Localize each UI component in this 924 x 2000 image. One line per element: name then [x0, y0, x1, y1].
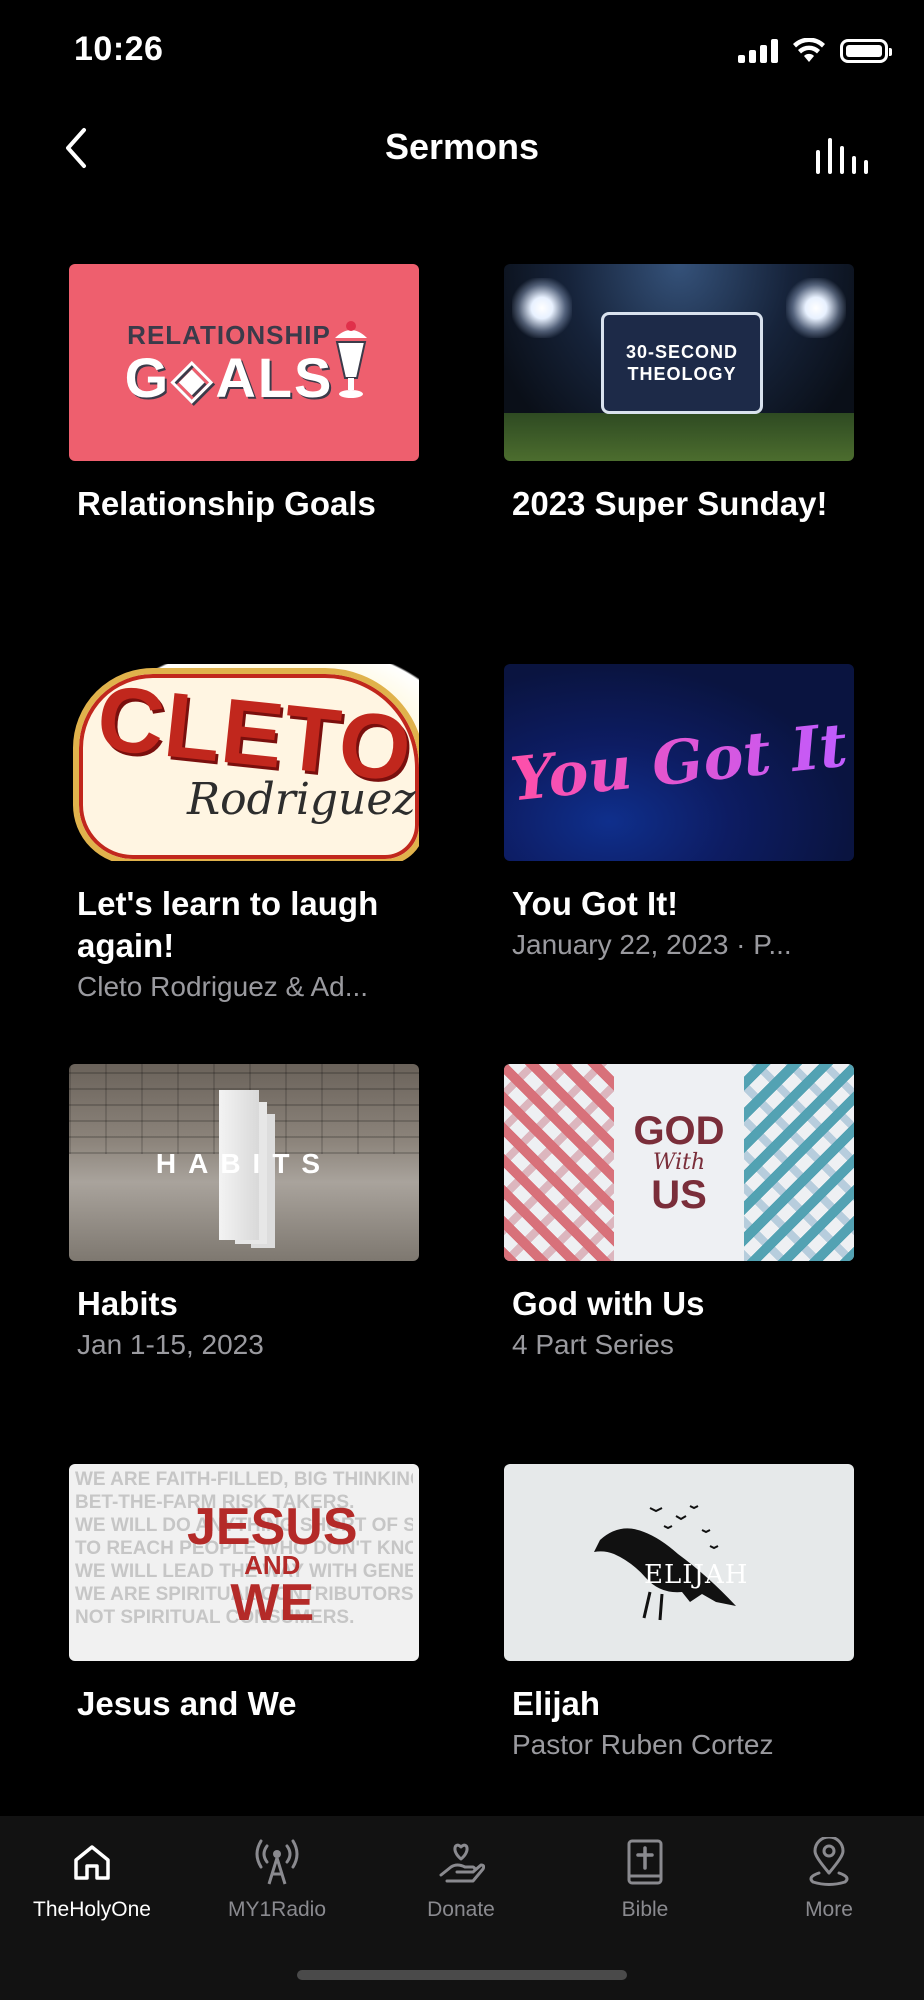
thumbnail-text: ELIJAH [644, 1560, 749, 1590]
tab-label: Bible [621, 1898, 669, 1921]
tab-my1radio[interactable]: MY1Radio [185, 1816, 369, 1936]
tab-bible[interactable]: Bible [553, 1816, 737, 1936]
audio-player-button[interactable] [816, 124, 872, 174]
battery-icon [840, 39, 892, 63]
equalizer-bar [828, 138, 832, 174]
sermon-card-jesus-and-we[interactable]: WE ARE FAITH-FILLED, BIG THINKING, BET-T… [69, 1464, 419, 1725]
sermon-thumbnail: GOD With US [504, 1064, 854, 1261]
wifi-icon [793, 38, 825, 62]
tab-more[interactable]: More [737, 1816, 921, 1936]
sermon-title: Habits [77, 1285, 178, 1322]
sermon-title: You Got It! [512, 885, 679, 922]
sermon-subtitle: Jan 1-15, 2023 [77, 1329, 264, 1360]
sermon-title: God with Us [512, 1285, 705, 1322]
status-bar: 10:26 [0, 0, 924, 100]
sermon-thumbnail: RELATIONSHIP G◈ALS [69, 264, 419, 461]
sermon-subtitle: Pastor Ruben Cortez [512, 1729, 774, 1760]
tab-label: Donate [427, 1898, 495, 1921]
equalizer-bar [852, 156, 856, 174]
stadium-light-icon [512, 278, 572, 338]
pattern-decoration [504, 1064, 614, 1261]
sermon-card-elijah[interactable]: ELIJAH Elijah Pastor Ruben Cortez [504, 1464, 854, 1765]
donate-hand-heart-icon [437, 1834, 485, 1890]
sermon-card-relationship-goals[interactable]: RELATIONSHIP G◈ALS Relationship Goals [69, 264, 419, 525]
sermon-title: Jesus and We [77, 1685, 297, 1722]
sermon-thumbnail: HABITS [69, 1064, 419, 1261]
thumbnail-text: With [652, 1149, 706, 1175]
sermon-thumbnail: CLETO Rodriguez [69, 664, 419, 861]
sermon-card-cleto-rodriguez[interactable]: CLETO Rodriguez Let's learn to laugh aga… [69, 664, 419, 1007]
tab-donate[interactable]: Donate [369, 1816, 553, 1936]
sermon-card-god-with-us[interactable]: GOD With US God with Us 4 Part Series [504, 1064, 854, 1365]
tab-theholyone[interactable]: TheHolyOne [0, 1816, 184, 1936]
thumbnail-text: G◈ALS [124, 346, 334, 409]
sermon-card-habits[interactable]: HABITS Habits Jan 1-15, 2023 [69, 1064, 419, 1365]
sermon-card-super-sunday[interactable]: 30-SECOND THEOLOGY 2023 Super Sunday! [504, 264, 854, 525]
bible-book-icon [625, 1834, 665, 1890]
sermon-title: Elijah [512, 1685, 601, 1722]
thumbnail-text: GOD [633, 1108, 725, 1153]
sermon-thumbnail: 30-SECOND THEOLOGY [504, 264, 854, 461]
home-icon [72, 1834, 112, 1890]
thumbnail-text: HABITS [155, 1148, 333, 1179]
thumbnail-text: JESUS AND WE [187, 1498, 358, 1632]
stadium-light-icon [786, 278, 846, 338]
cellular-signal-icon [738, 39, 778, 63]
sermon-title: Relationship Goals [77, 485, 376, 522]
sermon-thumbnail: WE ARE FAITH-FILLED, BIG THINKING, BET-T… [69, 1464, 419, 1661]
sermon-thumbnail: ELIJAH [504, 1464, 854, 1661]
sermon-subtitle: 4 Part Series [512, 1329, 674, 1360]
football-field [504, 413, 854, 461]
thumbnail-text: Rodriguez [187, 774, 416, 825]
thumbnail-text: US [651, 1172, 707, 1217]
equalizer-bar [864, 160, 868, 174]
equalizer-bar [816, 150, 820, 174]
map-pin-icon [805, 1834, 853, 1890]
sermon-subtitle: January 22, 2023 · P... [512, 929, 792, 960]
thumbnail-text: You Got It [507, 710, 851, 815]
pattern-decoration [744, 1064, 854, 1261]
nav-bar: Sermons [0, 100, 924, 196]
page-title: Sermons [384, 126, 540, 167]
status-time: 10:26 [74, 30, 164, 68]
tab-label: TheHolyOne [33, 1898, 151, 1921]
sermon-title: Let's learn to laugh again! [77, 885, 379, 964]
sermon-card-you-got-it[interactable]: You Got It You Got It! January 22, 2023 … [504, 664, 854, 965]
radio-tower-icon [255, 1834, 299, 1890]
sermon-thumbnail: You Got It [504, 664, 854, 861]
tab-label: More [805, 1898, 853, 1921]
status-icons [738, 38, 892, 64]
milkshake-icon [335, 321, 367, 398]
equalizer-bar [840, 146, 844, 174]
thumbnail-badge: 30-SECOND THEOLOGY [601, 312, 763, 414]
tab-label: MY1Radio [227, 1898, 327, 1921]
sermon-subtitle: Cleto Rodriguez & Ad... [77, 971, 369, 1002]
sermon-title: 2023 Super Sunday! [512, 485, 828, 522]
home-indicator[interactable] [297, 1970, 627, 1980]
